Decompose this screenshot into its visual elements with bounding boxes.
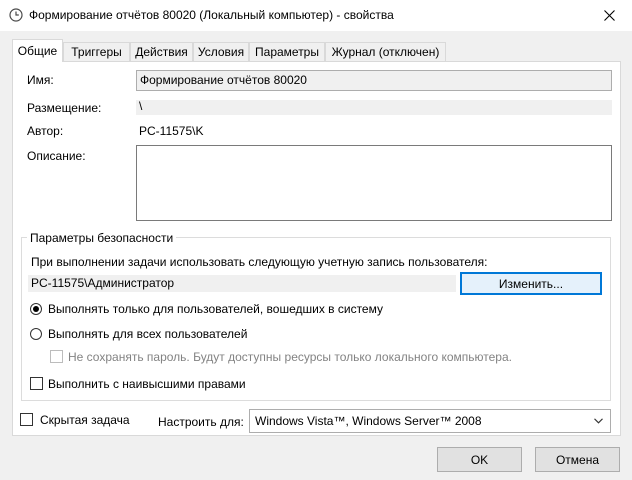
radio-any-user-label[interactable]: Выполнять для всех пользователей: [48, 327, 247, 341]
change-account-button[interactable]: Изменить...: [460, 272, 602, 295]
close-icon: [603, 10, 615, 21]
tab-general[interactable]: Общие: [12, 39, 63, 62]
tab-history[interactable]: Журнал (отключен): [325, 42, 446, 61]
ok-button[interactable]: OK: [437, 447, 522, 472]
author-value: PC-11575\K: [139, 124, 204, 138]
security-legend: Параметры безопасности: [27, 231, 177, 245]
hidden-task-checkbox[interactable]: [20, 413, 33, 426]
configure-for-select[interactable]: Windows Vista™, Windows Server™ 2008: [249, 409, 611, 433]
name-label: Имя:: [27, 73, 54, 87]
configure-for-label: Настроить для:: [158, 415, 244, 429]
clock-icon: [9, 8, 23, 22]
radio-logged-on[interactable]: [30, 303, 42, 315]
account-prompt: При выполнении задачи использовать следу…: [31, 255, 488, 269]
location-field: \: [136, 100, 612, 115]
author-label: Автор:: [27, 124, 64, 138]
location-label: Размещение:: [27, 101, 102, 115]
highest-privileges-label[interactable]: Выполнить с наивысшими правами: [48, 377, 246, 391]
chevron-down-icon: [592, 410, 604, 432]
description-label: Описание:: [27, 149, 86, 163]
hidden-task-label[interactable]: Скрытая задача: [40, 413, 130, 427]
radio-logged-on-label[interactable]: Выполнять только для пользователей, воше…: [48, 302, 383, 316]
name-field[interactable]: Формирование отчётов 80020: [136, 70, 612, 91]
description-textarea[interactable]: [136, 145, 612, 221]
radio-any-user[interactable]: [30, 328, 42, 340]
cancel-button[interactable]: Отмена: [535, 447, 620, 472]
tab-actions[interactable]: Действия: [130, 42, 193, 61]
window-title: Формирование отчётов 80020 (Локальный ко…: [29, 8, 394, 22]
no-store-password-label: Не сохранять пароль. Будут доступны ресу…: [68, 350, 512, 364]
no-store-password-checkbox[interactable]: [50, 350, 63, 363]
tab-triggers[interactable]: Триггеры: [63, 42, 130, 61]
tab-settings[interactable]: Параметры: [249, 42, 325, 61]
highest-privileges-checkbox[interactable]: [30, 377, 43, 390]
close-button[interactable]: [586, 0, 632, 31]
account-field: PC-11575\Администратор: [28, 275, 456, 292]
tab-conditions[interactable]: Условия: [193, 42, 249, 61]
configure-for-value: Windows Vista™, Windows Server™ 2008: [255, 414, 482, 428]
